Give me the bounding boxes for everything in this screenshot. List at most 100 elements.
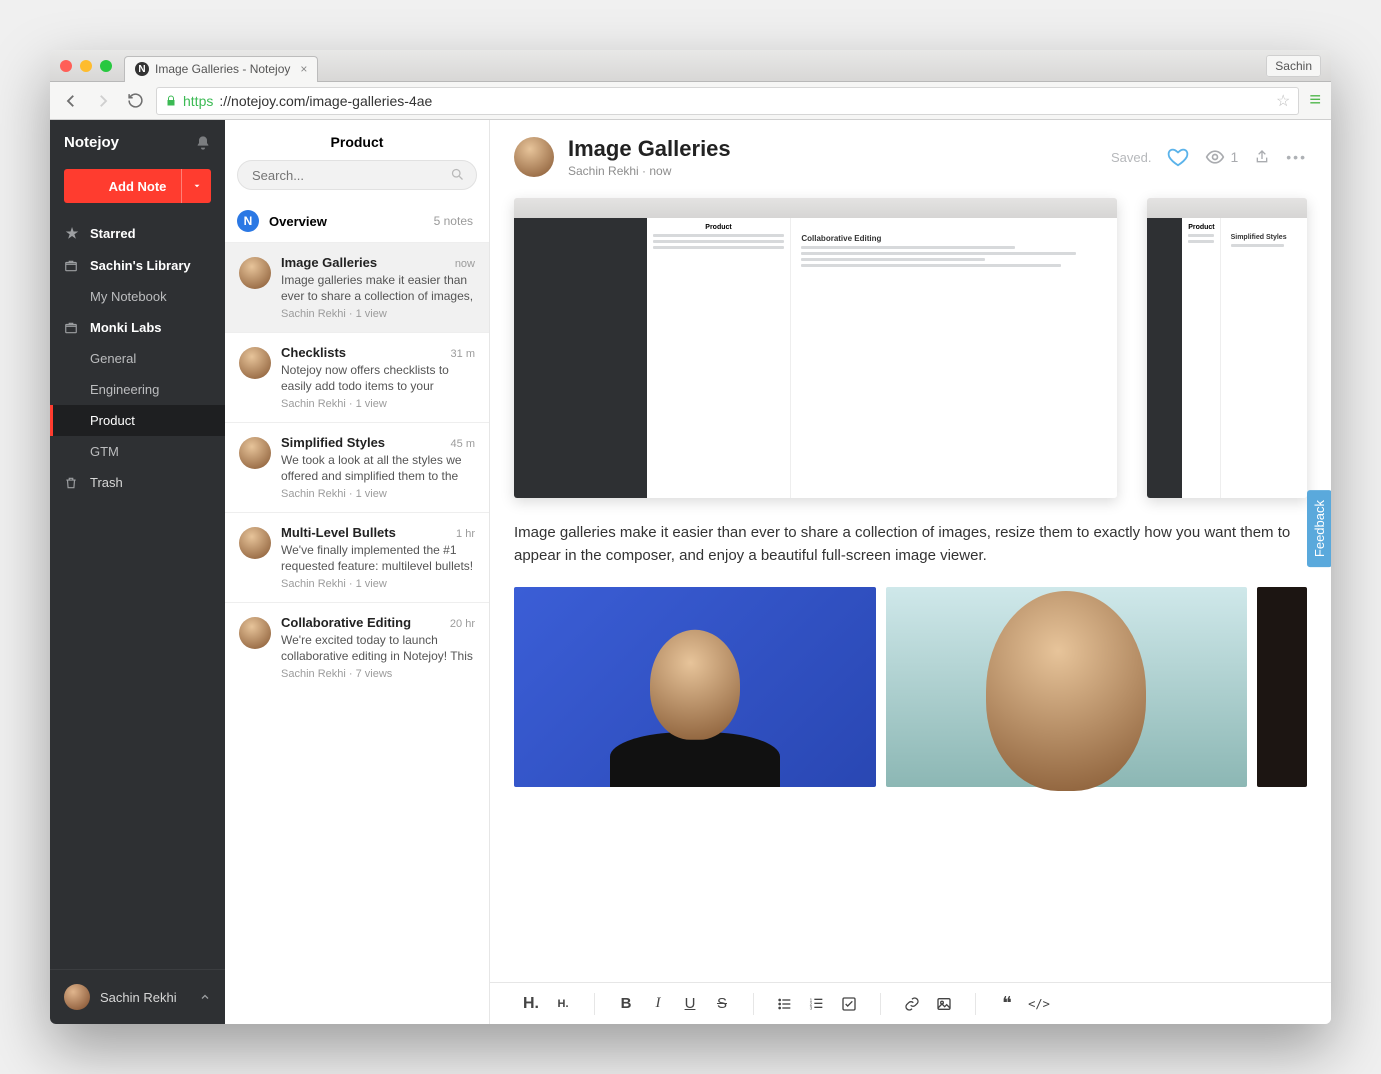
heading-1-button[interactable]: H.	[518, 991, 544, 1017]
note-item-time: now	[455, 258, 475, 270]
note-item-title: Simplified Styles	[281, 435, 385, 450]
editor-toolbar: H. H. B I U S 123	[490, 982, 1331, 1024]
sidebar-item-library-monki[interactable]: Monki Labs	[50, 312, 225, 343]
address-bar[interactable]: https://notejoy.com/image-galleries-4ae …	[156, 87, 1299, 115]
more-menu-icon[interactable]: •••	[1286, 149, 1307, 165]
note-item-meta: Sachin Rekhi · 1 view	[281, 578, 475, 590]
sidebar-item-product[interactable]: Product	[50, 405, 225, 436]
category-count: 5 notes	[434, 214, 473, 228]
sidebar-item-trash[interactable]: Trash	[50, 467, 225, 498]
browser-tab[interactable]: N Image Galleries - Notejoy ×	[124, 56, 318, 82]
feedback-tab[interactable]: Feedback	[1307, 490, 1331, 567]
minimize-window-button[interactable]	[80, 60, 92, 72]
add-note-dropdown-icon[interactable]	[181, 169, 211, 203]
add-note-label: Add Note	[109, 179, 167, 194]
screenshot-thumb-2[interactable]: Product Simplified Styles	[1147, 198, 1307, 498]
lock-icon	[165, 94, 177, 108]
view-count: 1	[1205, 147, 1238, 167]
heart-icon[interactable]	[1167, 146, 1189, 168]
app-root: Notejoy Add Note ★ Starred	[50, 120, 1331, 1024]
notifications-bell-icon[interactable]	[195, 135, 211, 151]
checklist-button[interactable]	[836, 991, 862, 1017]
sidebar-label: Sachin's Library	[90, 258, 191, 273]
search-icon	[450, 167, 465, 182]
note-item-meta: Sachin Rekhi · 1 view	[281, 488, 475, 500]
sidebar-item-library-sachin[interactable]: Sachin's Library	[50, 250, 225, 281]
quote-button[interactable]: ❝	[994, 991, 1020, 1017]
reload-button[interactable]	[124, 90, 146, 112]
strikethrough-button[interactable]: S	[709, 991, 735, 1017]
note-body[interactable]: Product Collaborative Editing	[490, 186, 1331, 982]
note-item-preview: Image galleries make it easier than ever…	[281, 272, 475, 304]
note-content-panel: Image Galleries Sachin Rekhi · now Saved…	[490, 120, 1331, 1024]
bookmark-star-icon[interactable]: ☆	[1276, 91, 1290, 111]
italic-button[interactable]: I	[645, 991, 671, 1017]
gallery-image-1[interactable]	[514, 587, 876, 787]
maximize-window-button[interactable]	[100, 60, 112, 72]
note-list-panel: Product N Overview 5 notes Image Galleri…	[225, 120, 490, 1024]
bullet-list-button[interactable]	[772, 991, 798, 1017]
note-item-preview: We took a look at all the styles we offe…	[281, 452, 475, 484]
sidebar-item-starred[interactable]: ★ Starred	[50, 217, 225, 250]
sidebar-user-footer[interactable]: Sachin Rekhi	[50, 969, 225, 1024]
browser-menu-button[interactable]: ≡	[1309, 89, 1321, 112]
note-item-title: Collaborative Editing	[281, 615, 411, 630]
close-window-button[interactable]	[60, 60, 72, 72]
sidebar-item-general[interactable]: General	[50, 343, 225, 374]
note-list-item[interactable]: Checklists 31 m Notejoy now offers check…	[225, 332, 489, 422]
heading-2-button[interactable]: H.	[550, 991, 576, 1017]
note-list-item[interactable]: Multi-Level Bullets 1 hr We've finally i…	[225, 512, 489, 602]
sidebar: Notejoy Add Note ★ Starred	[50, 120, 225, 1024]
underline-button[interactable]: U	[677, 991, 703, 1017]
chevron-up-icon	[199, 991, 211, 1003]
gallery-image-3[interactable]	[1257, 587, 1307, 787]
note-list-item[interactable]: Collaborative Editing 20 hr We're excite…	[225, 602, 489, 692]
note-list-item[interactable]: Image Galleries now Image galleries make…	[225, 242, 489, 332]
gallery-image-2[interactable]	[886, 587, 1248, 787]
note-item-preview: We're excited today to launch collaborat…	[281, 632, 475, 664]
note-list-heading: Product	[225, 120, 489, 160]
note-item-time: 20 hr	[450, 618, 475, 630]
add-note-button[interactable]: Add Note	[64, 169, 211, 203]
image-button[interactable]	[931, 991, 957, 1017]
note-list-item[interactable]: Simplified Styles 45 m We took a look at…	[225, 422, 489, 512]
forward-button[interactable]	[92, 90, 114, 112]
browser-window: N Image Galleries - Notejoy × Sachin htt…	[50, 50, 1331, 1024]
share-icon[interactable]	[1254, 149, 1270, 165]
link-button[interactable]	[899, 991, 925, 1017]
sidebar-label: My Notebook	[90, 289, 167, 304]
sidebar-item-gtm[interactable]: GTM	[50, 436, 225, 467]
search-input[interactable]	[237, 160, 477, 190]
category-badge: N	[237, 210, 259, 232]
note-author-avatar	[239, 527, 271, 559]
note-item-preview: Notejoy now offers checklists to easily …	[281, 362, 475, 394]
url-path: ://notejoy.com/image-galleries-4ae	[219, 93, 432, 109]
sidebar-label: Trash	[90, 475, 123, 490]
sidebar-label: General	[90, 351, 136, 366]
browser-profile-button[interactable]: Sachin	[1266, 55, 1321, 77]
category-row[interactable]: N Overview 5 notes	[225, 200, 489, 242]
user-name: Sachin Rekhi	[100, 990, 177, 1005]
sidebar-label: Monki Labs	[90, 320, 162, 335]
sidebar-item-my-notebook[interactable]: My Notebook	[50, 281, 225, 312]
note-paragraph: Image galleries make it easier than ever…	[514, 522, 1307, 567]
code-button[interactable]: </>	[1026, 991, 1052, 1017]
note-item-meta: Sachin Rekhi · 7 views	[281, 668, 475, 680]
tab-close-icon[interactable]: ×	[300, 62, 307, 76]
bold-button[interactable]: B	[613, 991, 639, 1017]
library-icon	[64, 259, 80, 273]
saved-status: Saved.	[1111, 150, 1151, 165]
url-bar: https://notejoy.com/image-galleries-4ae …	[50, 82, 1331, 120]
sidebar-label: Product	[90, 413, 135, 428]
user-avatar	[64, 984, 90, 1010]
brand-logo[interactable]: Notejoy	[64, 134, 119, 151]
note-author-avatar	[239, 257, 271, 289]
back-button[interactable]	[60, 90, 82, 112]
sidebar-item-engineering[interactable]: Engineering	[50, 374, 225, 405]
favicon: N	[135, 62, 149, 76]
star-icon: ★	[64, 225, 80, 242]
url-protocol: https	[183, 93, 213, 109]
screenshot-thumb-1[interactable]: Product Collaborative Editing	[514, 198, 1117, 498]
note-items-container: Image Galleries now Image galleries make…	[225, 242, 489, 692]
numbered-list-button[interactable]: 123	[804, 991, 830, 1017]
